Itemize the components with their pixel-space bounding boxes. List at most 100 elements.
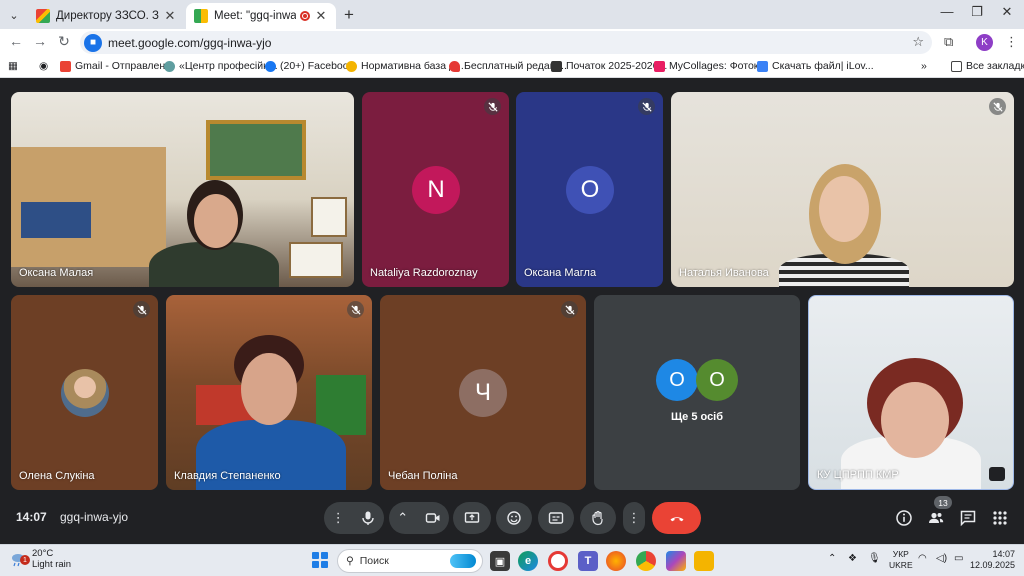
back-arrow-icon[interactable]: ← — [6, 33, 26, 49]
close-window-icon[interactable]: ✕ — [992, 4, 1022, 20]
tab-search-button[interactable]: ⌄ — [4, 5, 24, 25]
participant-avatar — [61, 369, 109, 417]
participant-tile[interactable]: N Nataliya Razdoroznay — [362, 92, 509, 287]
activities-button[interactable] — [990, 508, 1010, 528]
bookmark-editor[interactable]: Бесплатный редакт... — [449, 60, 567, 72]
collage-icon — [654, 60, 665, 72]
folder-icon — [346, 60, 357, 72]
close-tab-icon[interactable]: ✕ — [163, 8, 177, 24]
system-clock[interactable]: 14:07 12.09.2025 — [970, 549, 1015, 571]
participant-tile[interactable]: Олена Слукіна — [11, 295, 158, 490]
binders — [21, 202, 91, 238]
mic-off-icon — [133, 301, 150, 318]
participant-tile[interactable]: О Оксана Магла — [516, 92, 663, 287]
microphone-icon — [362, 511, 374, 525]
meeting-code: ggq-inwa-yjo — [60, 510, 129, 524]
participant-name: Nataliya Razdoroznay — [370, 267, 478, 279]
participant-tile[interactable]: Ч Чебан Поліна — [380, 295, 586, 490]
bookmark-mycollages[interactable]: MyCollages: Фоток... — [654, 60, 767, 72]
meeting-details-button[interactable] — [894, 508, 914, 528]
extensions-icon[interactable]: ⧉ — [944, 34, 953, 50]
microphone-tray-icon[interactable]: 🎙 — [868, 553, 881, 564]
tab-meet[interactable]: Meet: "ggq-inwa-yjo" ✕ — [186, 3, 336, 29]
new-tab-button[interactable]: + — [344, 5, 354, 25]
participant-tile[interactable]: Клавдия Степаненко — [166, 295, 372, 490]
tray-overflow-icon[interactable]: ⌃ — [828, 553, 836, 564]
participant-tile[interactable]: Оксана Малая — [11, 92, 354, 287]
taskbar-search[interactable]: ⚲ Поиск — [337, 549, 483, 573]
browser-menu-icon[interactable]: ⋮ — [1005, 34, 1018, 50]
tab-director-email[interactable]: Директору ЗЗСО. Запрошення ✕ — [28, 3, 185, 29]
teams-icon[interactable]: T — [578, 551, 598, 571]
chat-button[interactable] — [958, 508, 978, 528]
weather-text: Light rain — [32, 559, 72, 570]
others-tile[interactable]: О О Ще 5 осіб — [594, 295, 800, 490]
mic-off-icon — [347, 301, 364, 318]
participant-name: Клавдия Степаненко — [174, 470, 281, 482]
self-tile[interactable]: КУ ЦПРПП КМР — [808, 295, 1014, 490]
edge-icon[interactable]: e — [518, 551, 538, 571]
temperature-text: 20°C — [32, 548, 54, 559]
bookmarks-bar: ▦ ◉ Gmail - Отправлен... «Центр професій… — [0, 56, 1024, 78]
file-explorer-icon[interactable] — [694, 551, 714, 571]
battery-icon[interactable]: ▭ — [954, 553, 963, 564]
captions-button[interactable] — [538, 502, 574, 534]
bookmark-start-2025[interactable]: Початок 2025-2026... — [551, 60, 667, 72]
bookmark-centre[interactable]: «Центр професійн... — [164, 60, 278, 72]
participant-name: Оксана Магла — [524, 267, 597, 279]
certificate-frame — [311, 197, 347, 237]
forward-arrow-icon[interactable]: → — [30, 33, 50, 49]
address-bar[interactable]: ■ meet.google.com/ggq-inwa-yjo ☆ — [80, 31, 932, 54]
input-language[interactable]: УКР UKRE — [889, 549, 913, 571]
chat-icon — [960, 510, 976, 527]
more-bookmarks-icon[interactable]: » — [921, 60, 927, 72]
people-button[interactable] — [926, 508, 946, 528]
raise-hand-button[interactable] — [580, 502, 616, 534]
wifi-icon[interactable]: ◠ — [918, 553, 927, 564]
more-options-button[interactable]: ⋮ — [623, 502, 645, 534]
emoji-icon — [507, 511, 521, 525]
gmail-icon — [60, 60, 71, 72]
present-screen-button[interactable] — [453, 502, 491, 534]
restore-icon[interactable]: ❐ — [962, 4, 992, 20]
folder-icon — [951, 60, 962, 72]
bookmark-star-icon[interactable]: ☆ — [912, 34, 924, 50]
camera-button[interactable]: ⌃ — [389, 502, 449, 534]
minimize-icon[interactable]: — — [932, 4, 962, 19]
apps-grid-icon[interactable]: ▦ — [8, 60, 18, 72]
pip-icon[interactable] — [989, 467, 1005, 481]
start-button[interactable] — [312, 552, 328, 568]
participant-avatar: Ч — [459, 369, 507, 417]
task-view-icon[interactable]: ▣ — [490, 551, 510, 571]
firefox-icon[interactable] — [606, 551, 626, 571]
chevron-up-icon: ⌃ — [397, 510, 409, 525]
info-icon — [896, 510, 912, 526]
leave-call-button[interactable] — [652, 502, 701, 534]
all-bookmarks-button[interactable]: Все закладки — [951, 60, 1024, 72]
site-info-icon[interactable]: ■ — [84, 33, 102, 52]
person-face — [194, 194, 238, 248]
bookmark-facebook[interactable]: (20+) Facebook — [265, 60, 354, 72]
weather-widget[interactable]: 1 20°C Light rain — [10, 548, 71, 570]
bookmark-gmail[interactable]: Gmail - Отправлен... — [60, 60, 174, 72]
volume-icon[interactable]: ◁) — [936, 553, 947, 564]
captions-icon — [548, 512, 564, 524]
reload-icon[interactable]: ↻ — [54, 33, 74, 50]
participant-name: Олена Слукіна — [19, 470, 95, 482]
copilot-icon[interactable] — [666, 551, 686, 571]
profile-avatar[interactable]: K — [976, 34, 993, 51]
globe-icon[interactable]: ◉ — [39, 60, 48, 72]
participant-tile[interactable]: Наталья Иванова — [671, 92, 1014, 287]
opera-icon[interactable] — [548, 551, 568, 571]
reactions-button[interactable] — [496, 502, 532, 534]
bookmark-normative[interactable]: Нормативна база д... — [346, 60, 464, 72]
dropbox-icon[interactable]: ❖ — [848, 553, 857, 564]
microphone-button[interactable]: ⋮ — [324, 502, 384, 534]
chrome-icon[interactable] — [636, 551, 656, 571]
participant-avatar: О — [566, 166, 614, 214]
close-tab-icon[interactable]: ✕ — [314, 8, 328, 24]
present-screen-icon — [464, 512, 480, 523]
google-meet-icon — [194, 9, 208, 23]
others-count-label: Ще 5 осіб — [670, 411, 724, 423]
bookmark-ilovepdf[interactable]: Скачать файл| iLov... — [757, 60, 874, 72]
